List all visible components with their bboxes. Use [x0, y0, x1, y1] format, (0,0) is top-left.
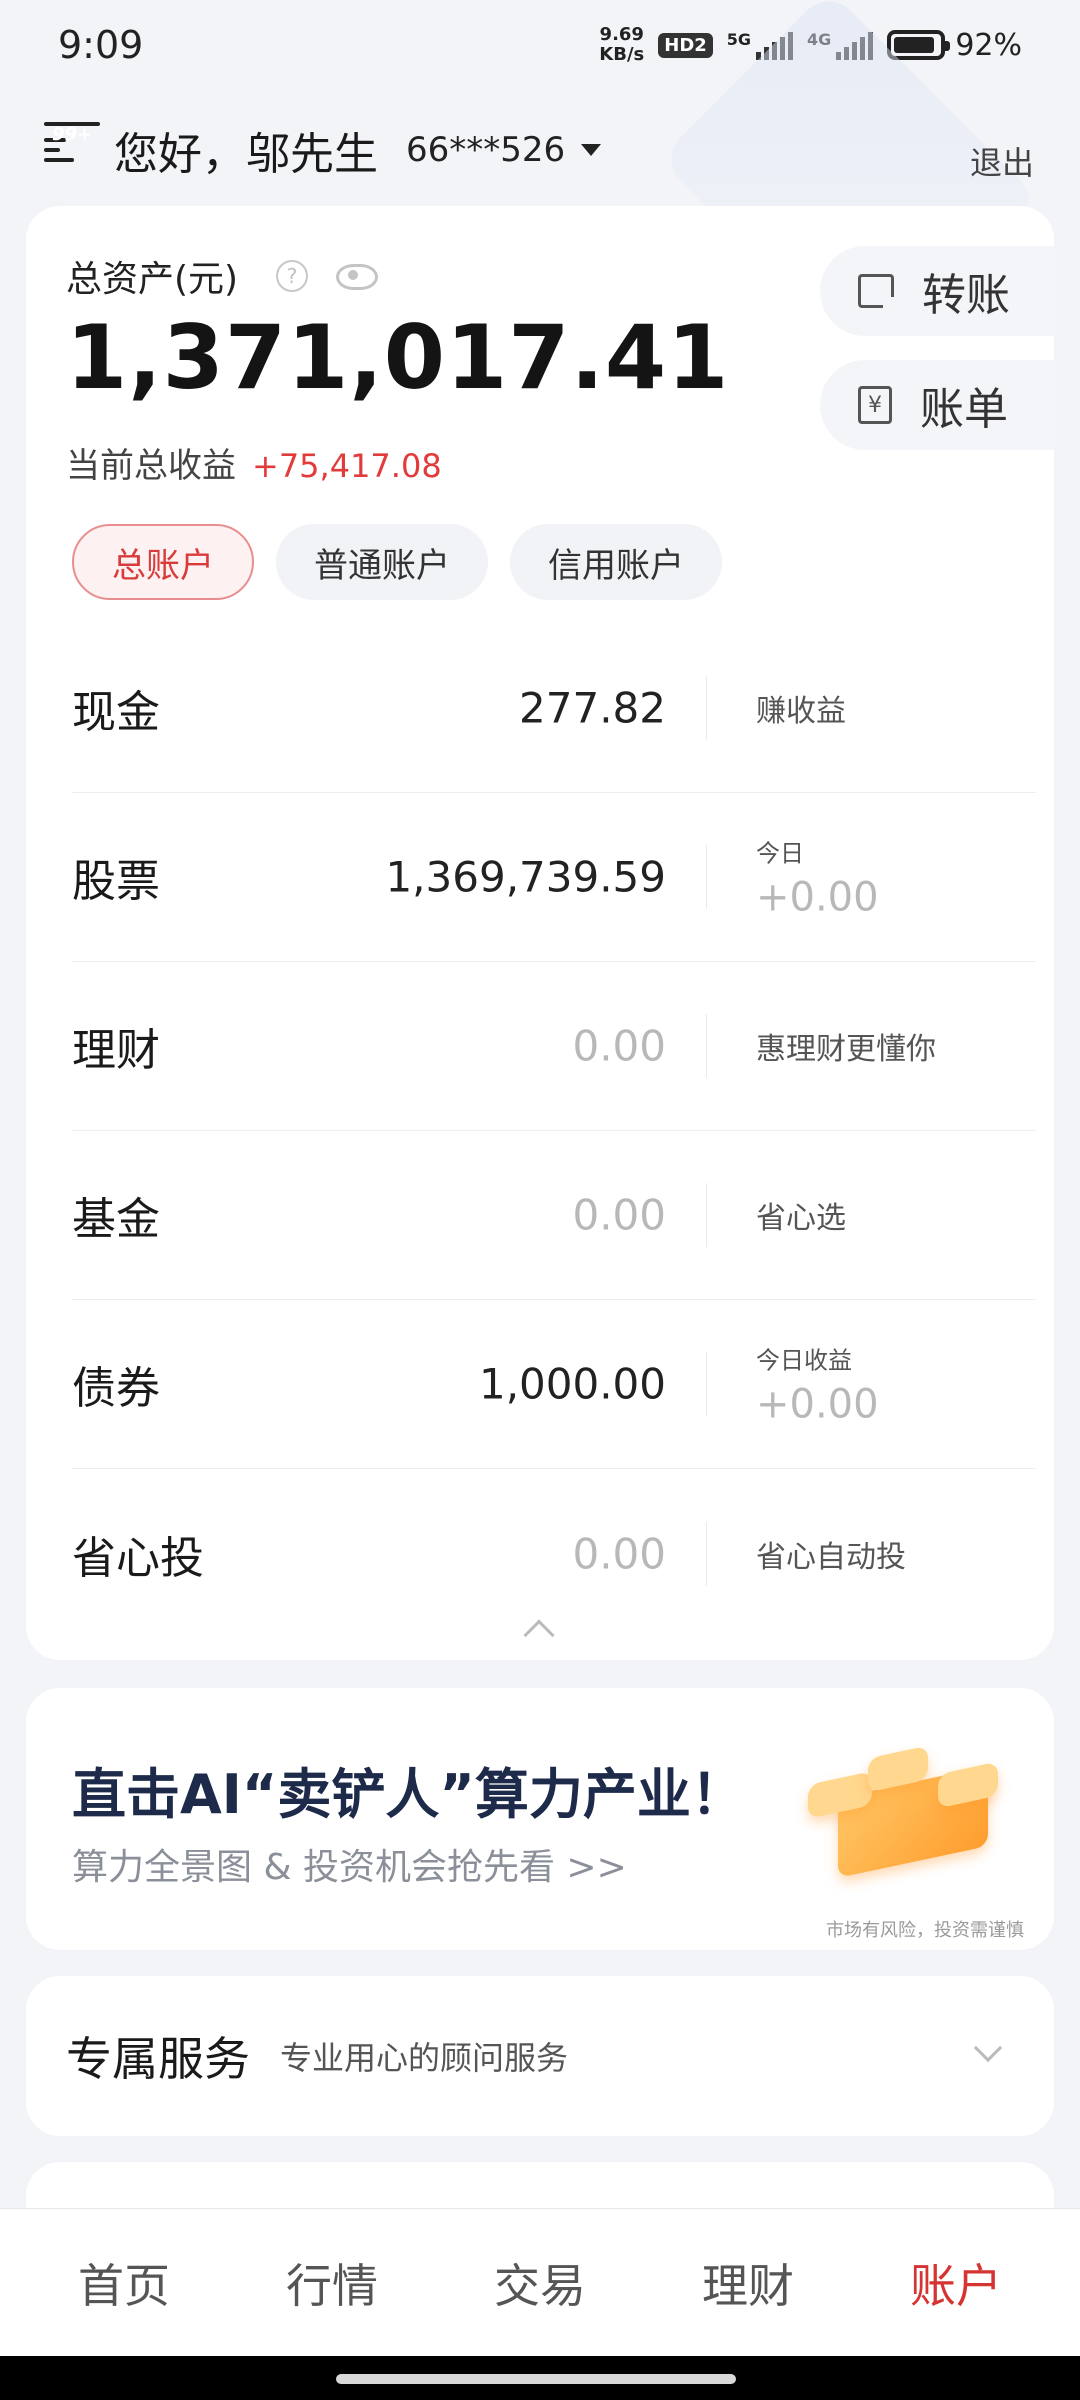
- nav-market[interactable]: 行情: [242, 2250, 422, 2316]
- exclusive-service-card[interactable]: 专属服务 专业用心的顾问服务: [26, 1976, 1054, 2136]
- caret-down-icon[interactable]: [581, 144, 602, 156]
- chevron-down-icon[interactable]: [973, 2033, 1003, 2063]
- nav-account[interactable]: 账户: [866, 2250, 1046, 2316]
- today-profit-value: +0.00: [756, 1381, 879, 1428]
- notification-badge: 99+: [44, 122, 101, 145]
- battery: 92%: [887, 28, 1022, 63]
- asset-row-auto-invest[interactable]: 省心投 0.00 省心自动投: [72, 1469, 1036, 1638]
- status-time: 9:09: [58, 23, 144, 67]
- asset-row-value: 0.00: [572, 1529, 666, 1578]
- divider: [706, 1014, 707, 1078]
- asset-card: 总资产(元) ? 1,371,017.41 当前总收益 +75,417.08 转…: [26, 206, 1054, 1660]
- logout-button[interactable]: 退出: [970, 138, 1034, 184]
- asset-row-value: 277.82: [519, 683, 666, 733]
- account-tabs: 总账户 普通账户 信用账户: [72, 524, 722, 600]
- asset-row-name: 基金: [72, 1194, 160, 1245]
- asset-row-link[interactable]: 赚收益: [756, 686, 846, 730]
- today-profit-label: 今日收益: [756, 1346, 852, 1375]
- asset-row-stock[interactable]: 股票 1,369,739.59 今日 +0.00: [72, 793, 1036, 962]
- bottom-nav: 首页 行情 交易 理财 账户: [0, 2208, 1080, 2356]
- header: 99+ 您好，邬先生 66***526 退出: [0, 0, 1080, 371]
- asset-row-name: 理财: [72, 1025, 160, 1076]
- total-profit-value: +75,417.08: [252, 447, 442, 485]
- bill-icon: ¥: [858, 386, 892, 424]
- transfer-button[interactable]: 转账: [820, 246, 1054, 336]
- asset-row-today: 今日 +0.00: [756, 834, 879, 921]
- divider: [706, 676, 707, 740]
- greeting: 您好，邬先生: [114, 129, 378, 180]
- service-title: 专属服务: [66, 2032, 250, 2086]
- divider: [706, 1183, 707, 1247]
- hd-icon: HD2: [658, 32, 713, 58]
- speed-unit: KB/s: [599, 44, 645, 65]
- bill-button[interactable]: ¥ 账单: [820, 360, 1054, 450]
- asset-row-value: 0.00: [572, 1190, 666, 1240]
- battery-percent: 92%: [955, 27, 1022, 63]
- divider: [706, 1521, 707, 1586]
- asset-row-bond[interactable]: 债券 1,000.00 今日收益 +0.00: [72, 1300, 1036, 1469]
- asset-row-name: 债券: [72, 1363, 160, 1414]
- asset-row-link[interactable]: 惠理财更懂你: [756, 1024, 936, 1068]
- tab-credit-account[interactable]: 信用账户: [510, 524, 722, 600]
- promo-banner[interactable]: 直击AI“卖铲人”算力产业！ 算力全景图 & 投资机会抢先看 >> 市场有风险，…: [26, 1688, 1054, 1950]
- nav-trade[interactable]: 交易: [450, 2250, 630, 2316]
- total-assets-value: 1,371,017.41: [66, 306, 730, 409]
- transfer-label: 转账: [922, 270, 1010, 321]
- help-icon[interactable]: ?: [276, 260, 309, 292]
- tab-total-account[interactable]: 总账户: [72, 524, 254, 600]
- transfer-icon: [858, 274, 899, 313]
- asset-row-cash[interactable]: 现金 277.82 赚收益: [72, 624, 1036, 793]
- total-profit-label: 当前总收益: [66, 446, 236, 486]
- account-id[interactable]: 66***526: [406, 130, 565, 170]
- total-assets-label: 总资产(元): [66, 259, 239, 300]
- divider: [706, 1352, 707, 1416]
- asset-row-name: 股票: [72, 856, 160, 907]
- total-assets-label-row: 总资产(元) ?: [66, 250, 379, 302]
- asset-list: 现金 277.82 赚收益 股票 1,369,739.59 今日 +0.00 理…: [72, 624, 1036, 1638]
- divider: [706, 845, 707, 909]
- eye-icon[interactable]: [336, 264, 379, 290]
- total-profit-row: 当前总收益 +75,417.08: [66, 438, 442, 487]
- banner-title: 直击AI“卖铲人”算力产业！: [72, 1763, 745, 1826]
- today-value: +0.00: [756, 874, 879, 921]
- asset-row-value: 1,000.00: [478, 1359, 666, 1409]
- tab-normal-account[interactable]: 普通账户: [276, 524, 488, 600]
- banner-subtitle: 算力全景图 & 投资机会抢先看 >>: [72, 1847, 627, 1888]
- asset-row-link[interactable]: 省心自动投: [756, 1532, 906, 1576]
- gesture-bar[interactable]: [0, 2356, 1080, 2400]
- asset-row-name: 现金: [72, 687, 160, 738]
- asset-row-fund[interactable]: 基金 0.00 省心选: [72, 1131, 1036, 1300]
- risk-disclaimer: 市场有风险，投资需谨慎: [826, 1920, 1024, 1941]
- asset-row-wealth[interactable]: 理财 0.00 惠理财更懂你: [72, 962, 1036, 1131]
- nav-wealth[interactable]: 理财: [658, 2250, 838, 2316]
- service-subtitle: 专业用心的顾问服务: [280, 2039, 569, 2077]
- signal-5g-label: 5G: [726, 30, 752, 49]
- today-label: 今日: [756, 839, 804, 868]
- status-bar: 9:09 9.69 KB/s HD2 5G 4G 92%: [0, 0, 1080, 90]
- asset-row-link[interactable]: 省心选: [756, 1193, 846, 1237]
- nav-home[interactable]: 首页: [34, 2250, 214, 2316]
- network-speed: 9.69 KB/s: [599, 25, 644, 65]
- asset-row-value: 0.00: [572, 1021, 666, 1071]
- chip-illustration-icon: [808, 1732, 1018, 1882]
- asset-row-today: 今日收益 +0.00: [756, 1341, 879, 1428]
- asset-row-name: 省心投: [72, 1532, 204, 1584]
- asset-row-value: 1,369,739.59: [385, 852, 666, 902]
- bill-label: 账单: [920, 384, 1008, 435]
- menu-icon[interactable]: 99+: [44, 122, 101, 166]
- speed-value: 9.69: [599, 24, 644, 45]
